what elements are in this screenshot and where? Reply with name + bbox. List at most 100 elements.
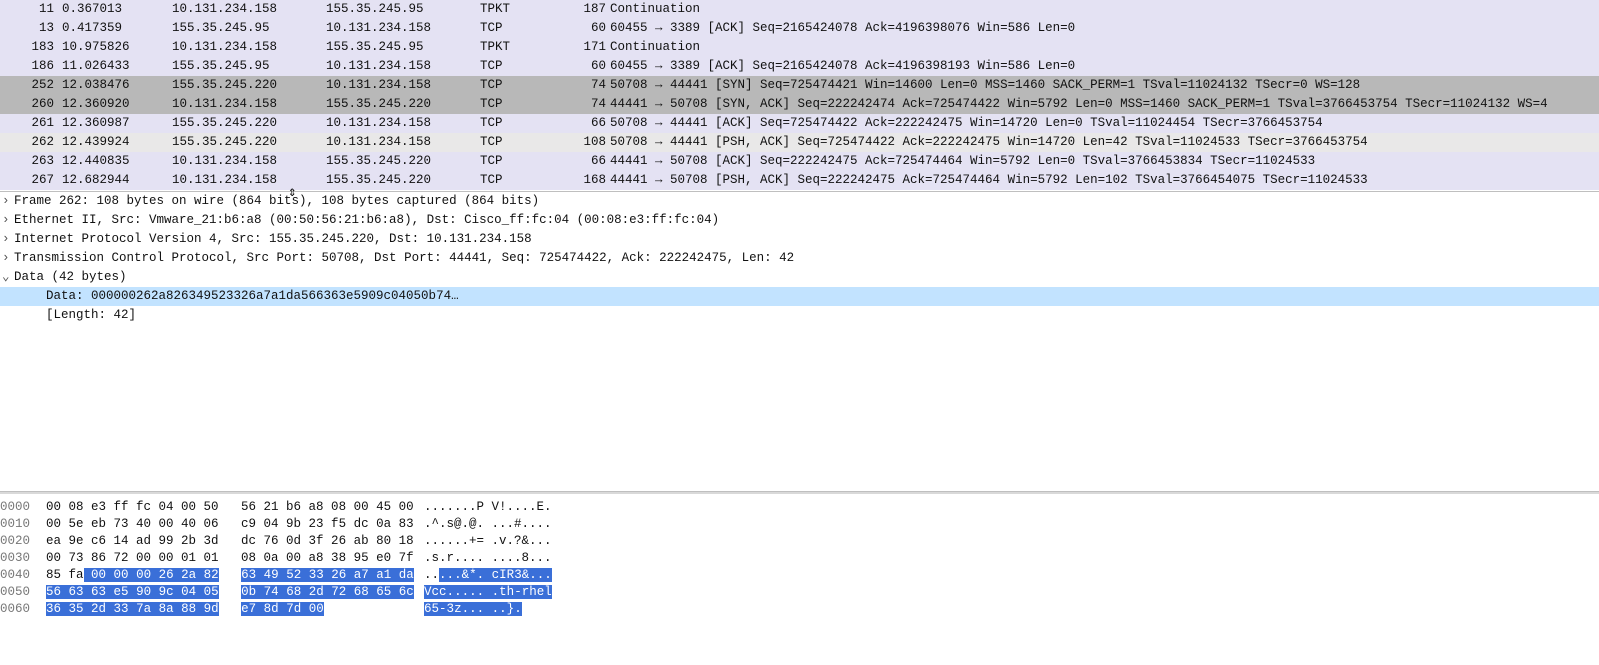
hex-offset: 0060	[0, 600, 46, 619]
chevron-right-icon[interactable]: ›	[2, 249, 14, 268]
packet-proto-cell: TPKT	[480, 0, 570, 19]
packet-time-cell: 12.360920	[62, 95, 172, 114]
packet-info-cell: 44441 → 50708 [ACK] Seq=222242475 Ack=72…	[610, 152, 1599, 171]
packet-dst-cell: 155.35.245.95	[326, 0, 480, 19]
packet-time-cell: 12.682944	[62, 171, 172, 190]
chevron-right-icon[interactable]: ›	[2, 230, 14, 249]
detail-text: Data (42 bytes)	[14, 270, 127, 284]
detail-text: Data: 000000262a826349523326a7a1da566363…	[46, 289, 459, 303]
packet-dst-cell: 10.131.234.158	[326, 76, 480, 95]
packet-proto-cell: TCP	[480, 19, 570, 38]
hex-row[interactable]: 004085 fa 00 00 00 26 2a 82 63 49 52 33 …	[0, 566, 1599, 583]
packet-src-cell: 10.131.234.158	[172, 95, 326, 114]
packet-time-cell: 12.360987	[62, 114, 172, 133]
packet-proto-cell: TPKT	[480, 38, 570, 57]
packet-info-cell: 50708 → 44441 [SYN] Seq=725474421 Win=14…	[610, 76, 1599, 95]
packet-proto-cell: TCP	[480, 114, 570, 133]
packet-proto-cell: TCP	[480, 95, 570, 114]
detail-line[interactable]: Data: 000000262a826349523326a7a1da566363…	[0, 287, 1599, 306]
packet-src-cell: 155.35.245.95	[172, 57, 326, 76]
chevron-right-icon[interactable]: ›	[2, 192, 14, 211]
packet-no-cell: 260	[0, 95, 62, 114]
packet-row[interactable]: 18310.97582610.131.234.158155.35.245.95T…	[0, 38, 1599, 57]
hex-row[interactable]: 003000 73 86 72 00 00 01 01 08 0a 00 a8 …	[0, 549, 1599, 566]
packet-len-cell: 187	[570, 0, 610, 19]
detail-line[interactable]: ›Ethernet II, Src: Vmware_21:b6:a8 (00:5…	[0, 211, 1599, 230]
detail-line[interactable]: ›Frame 262: 108 bytes on wire (864 bits)…	[0, 192, 1599, 211]
packet-dst-cell: 10.131.234.158	[326, 114, 480, 133]
chevron-right-icon[interactable]: ›	[2, 211, 14, 230]
packet-no-cell: 252	[0, 76, 62, 95]
detail-line[interactable]: [Length: 42]	[0, 306, 1599, 325]
packet-src-cell: 155.35.245.220	[172, 114, 326, 133]
packet-no-cell: 11	[0, 0, 62, 19]
packet-time-cell: 0.367013	[62, 0, 172, 19]
packet-src-cell: 10.131.234.158	[172, 38, 326, 57]
detail-text: Frame 262: 108 bytes on wire (864 bits),…	[14, 194, 539, 208]
packet-src-cell: 155.35.245.220	[172, 76, 326, 95]
packet-time-cell: 11.026433	[62, 57, 172, 76]
packet-row[interactable]: 25212.038476155.35.245.22010.131.234.158…	[0, 76, 1599, 95]
packet-len-cell: 60	[570, 19, 610, 38]
hex-row[interactable]: 0020ea 9e c6 14 ad 99 2b 3d dc 76 0d 3f …	[0, 532, 1599, 549]
packet-info-cell: 44441 → 50708 [SYN, ACK] Seq=222242474 A…	[610, 95, 1599, 114]
packet-proto-cell: TCP	[480, 133, 570, 152]
packet-len-cell: 108	[570, 133, 610, 152]
packet-src-cell: 155.35.245.95	[172, 19, 326, 38]
packet-dst-cell: 10.131.234.158	[326, 133, 480, 152]
packet-row[interactable]: 26312.44083510.131.234.158155.35.245.220…	[0, 152, 1599, 171]
packet-list-pane[interactable]: 110.36701310.131.234.158155.35.245.95TPK…	[0, 0, 1599, 192]
hex-row[interactable]: 006036 35 2d 33 7a 8a 88 9d e7 8d 7d 00 …	[0, 600, 1599, 617]
packet-no-cell: 267	[0, 171, 62, 190]
packet-dst-cell: 155.35.245.95	[326, 38, 480, 57]
packet-time-cell: 0.417359	[62, 19, 172, 38]
packet-len-cell: 66	[570, 152, 610, 171]
packet-no-cell: 186	[0, 57, 62, 76]
packet-src-cell: 10.131.234.158	[172, 0, 326, 19]
packet-len-cell: 171	[570, 38, 610, 57]
detail-line[interactable]: ⌄Data (42 bytes)	[0, 268, 1599, 287]
packet-details-pane[interactable]: ›Frame 262: 108 bytes on wire (864 bits)…	[0, 192, 1599, 492]
packet-len-cell: 66	[570, 114, 610, 133]
packet-row[interactable]: 18611.026433155.35.245.9510.131.234.158T…	[0, 57, 1599, 76]
packet-no-cell: 261	[0, 114, 62, 133]
packet-proto-cell: TCP	[480, 57, 570, 76]
packet-len-cell: 74	[570, 76, 610, 95]
hex-dump-pane[interactable]: 000000 08 e3 ff fc 04 00 50 56 21 b6 a8 …	[0, 492, 1599, 617]
packet-info-cell: Continuation	[610, 0, 1599, 19]
packet-row[interactable]: 26212.439924155.35.245.22010.131.234.158…	[0, 133, 1599, 152]
packet-len-cell: 74	[570, 95, 610, 114]
detail-text: Transmission Control Protocol, Src Port:…	[14, 251, 794, 265]
packet-time-cell: 12.439924	[62, 133, 172, 152]
packet-info-cell: Continuation	[610, 38, 1599, 57]
hex-row[interactable]: 005056 63 63 e5 90 9c 04 05 0b 74 68 2d …	[0, 583, 1599, 600]
hex-row[interactable]: 001000 5e eb 73 40 00 40 06 c9 04 9b 23 …	[0, 515, 1599, 532]
chevron-down-icon[interactable]: ⌄	[2, 268, 14, 287]
packet-info-cell: 44441 → 50708 [PSH, ACK] Seq=222242475 A…	[610, 171, 1599, 190]
detail-text: [Length: 42]	[46, 308, 136, 322]
hex-row[interactable]: 000000 08 e3 ff fc 04 00 50 56 21 b6 a8 …	[0, 498, 1599, 515]
detail-line[interactable]: ›Internet Protocol Version 4, Src: 155.3…	[0, 230, 1599, 249]
packet-row[interactable]: 26712.68294410.131.234.158155.35.245.220…	[0, 171, 1599, 190]
packet-proto-cell: TCP	[480, 76, 570, 95]
detail-text: Ethernet II, Src: Vmware_21:b6:a8 (00:50…	[14, 213, 719, 227]
packet-proto-cell: TCP	[480, 152, 570, 171]
packet-info-cell: 60455 → 3389 [ACK] Seq=2165424078 Ack=41…	[610, 19, 1599, 38]
packet-row[interactable]: 26012.36092010.131.234.158155.35.245.220…	[0, 95, 1599, 114]
hex-bytes: 36 35 2d 33 7a 8a 88 9d e7 8d 7d 00	[46, 600, 424, 619]
packet-src-cell: 10.131.234.158	[172, 171, 326, 190]
packet-row[interactable]: 26112.360987155.35.245.22010.131.234.158…	[0, 114, 1599, 133]
packet-src-cell: 10.131.234.158	[172, 152, 326, 171]
packet-dst-cell: 10.131.234.158	[326, 57, 480, 76]
packet-len-cell: 168	[570, 171, 610, 190]
packet-info-cell: 50708 → 44441 [ACK] Seq=725474422 Ack=22…	[610, 114, 1599, 133]
packet-row[interactable]: 130.417359155.35.245.9510.131.234.158TCP…	[0, 19, 1599, 38]
packet-no-cell: 183	[0, 38, 62, 57]
packet-dst-cell: 10.131.234.158	[326, 19, 480, 38]
packet-dst-cell: 155.35.245.220	[326, 95, 480, 114]
detail-line[interactable]: ›Transmission Control Protocol, Src Port…	[0, 249, 1599, 268]
detail-text: Internet Protocol Version 4, Src: 155.35…	[14, 232, 532, 246]
packet-row[interactable]: 110.36701310.131.234.158155.35.245.95TPK…	[0, 0, 1599, 19]
packet-dst-cell: 155.35.245.220	[326, 171, 480, 190]
packet-info-cell: 60455 → 3389 [ACK] Seq=2165424078 Ack=41…	[610, 57, 1599, 76]
